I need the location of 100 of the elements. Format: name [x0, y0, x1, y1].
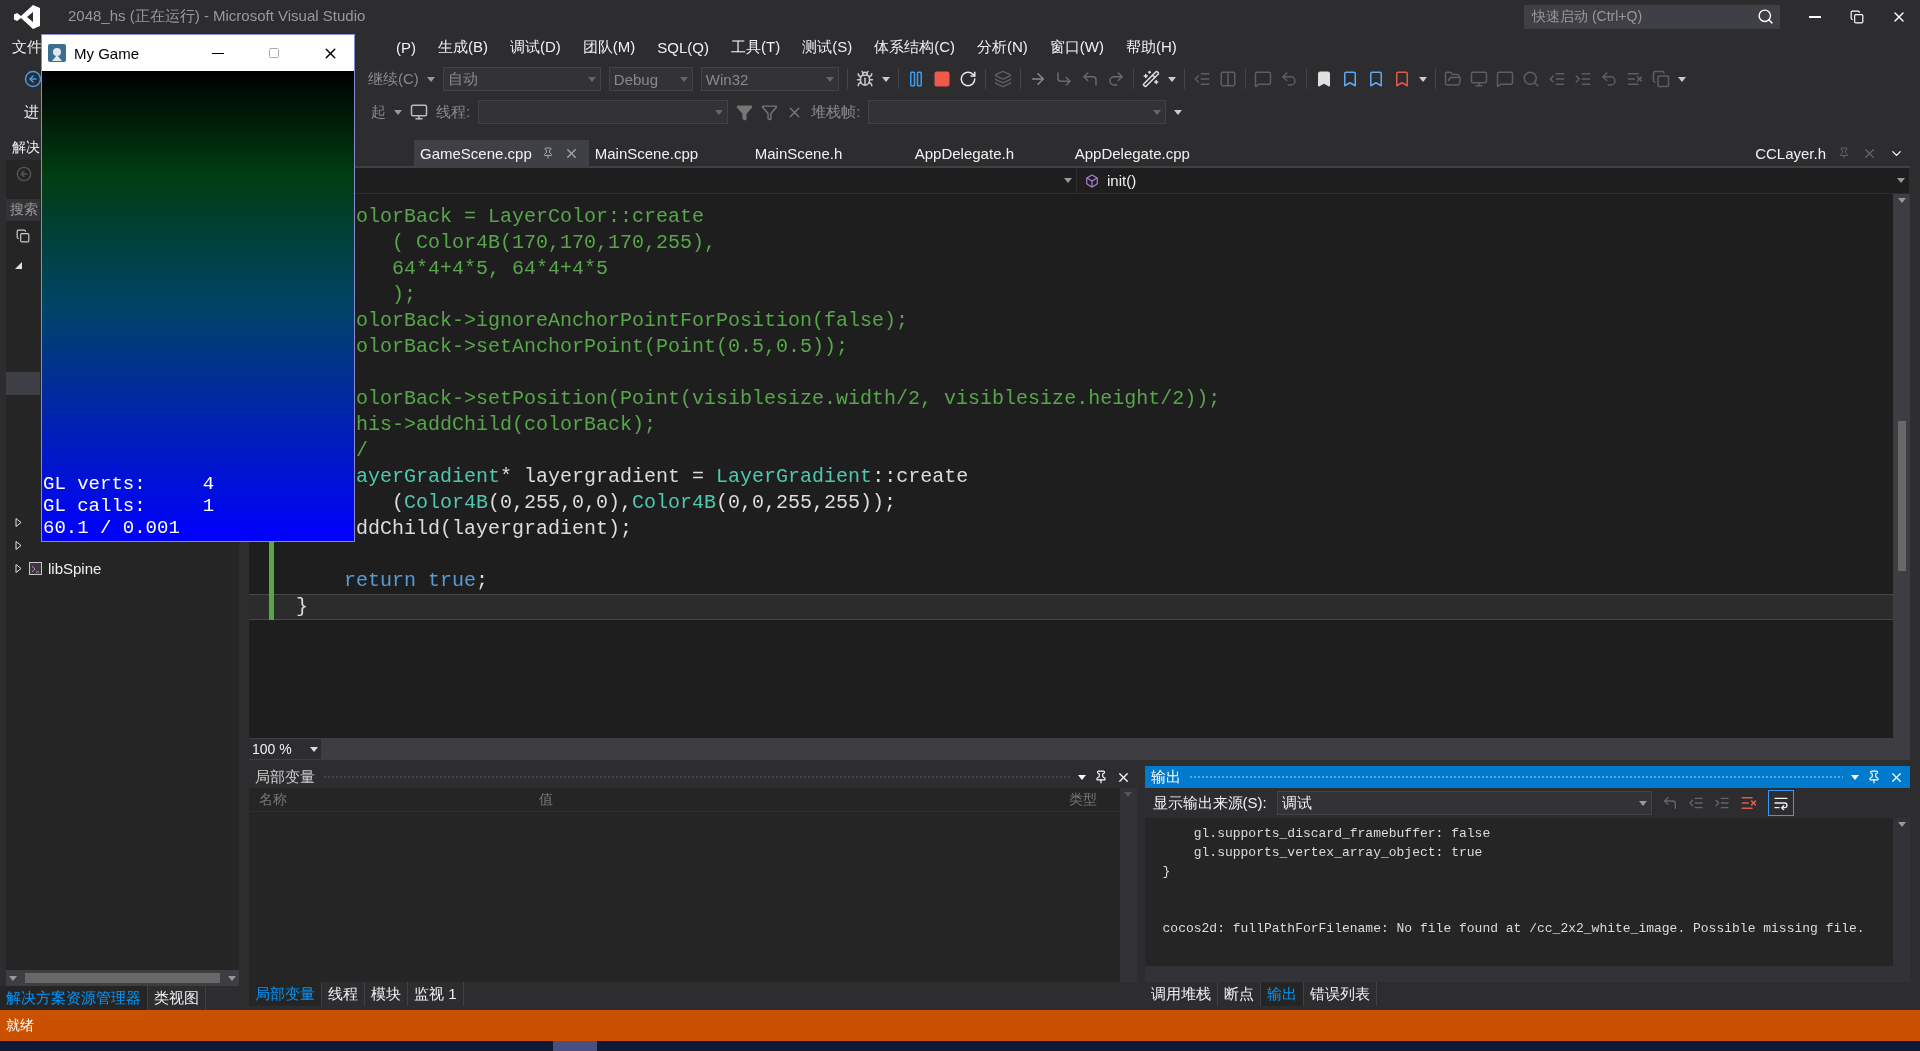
code-line: olorBack->setAnchorPoint(Point(0.5,0.5)); [355, 334, 849, 360]
horizontal-scrollbar[interactable] [1144, 966, 1910, 982]
column-header[interactable]: 值 [529, 790, 1059, 809]
output-line: cocos2d: fullPathForFilename: No file found at /cc_2x2_white_image. Possible missing file. [1162, 920, 1866, 938]
overflow-icon[interactable] [1418, 76, 1427, 82]
copy-icon[interactable] [1651, 70, 1670, 88]
wand-icon[interactable] [1141, 70, 1160, 88]
filter-icon[interactable] [761, 103, 779, 121]
toolbar-dropdown[interactable]: Win32 [700, 67, 839, 91]
menu-item[interactable]: 工具(T) [720, 38, 792, 57]
next-icon[interactable] [1713, 795, 1730, 811]
undo-icon[interactable] [1599, 70, 1618, 88]
panel-tab[interactable]: 监视 1 [408, 982, 464, 1006]
bug-icon[interactable] [855, 70, 874, 88]
back-icon[interactable] [24, 70, 42, 88]
source-label: 显示输出来源(S): [1152, 793, 1267, 813]
layers-icon[interactable] [993, 70, 1012, 88]
output-line: gl.supports_vertex_array_object: true [1192, 844, 1484, 862]
column-header[interactable]: 名称 [249, 790, 529, 809]
toolbar-dropdown[interactable]: Debug [608, 67, 693, 91]
dropdown-arrow-icon [1064, 178, 1072, 183]
indent-icon[interactable] [1192, 70, 1211, 88]
column-header[interactable]: 类型 [1059, 790, 1119, 809]
scrollbar-thumb[interactable] [1897, 421, 1906, 571]
overflow-icon[interactable] [1174, 109, 1183, 115]
expand-arrow-icon[interactable] [14, 564, 23, 573]
horizontal-scrollbar[interactable] [6, 970, 239, 986]
menu-item[interactable]: 分析(N) [966, 38, 1039, 57]
app-icon [48, 44, 66, 62]
dropdown-arrow-icon[interactable] [1077, 774, 1086, 780]
comment-icon[interactable] [1495, 70, 1514, 88]
menu-item[interactable]: 生成(B) [427, 38, 499, 57]
comment-icon[interactable] [1253, 70, 1272, 88]
menu-item[interactable]: 帮助(H) [1115, 38, 1188, 57]
code-line: ddChild(layergradient); [355, 516, 633, 542]
expand-arrow-icon[interactable] [14, 518, 23, 527]
filter-icon[interactable] [736, 103, 754, 121]
expand-arrow-icon[interactable] [14, 261, 23, 270]
step-icon[interactable] [1054, 70, 1073, 88]
stats-text: GL verts: 4 [42, 473, 216, 495]
overflow-icon[interactable] [1167, 76, 1176, 82]
panel-tab[interactable]: 错误列表 [1303, 982, 1377, 1006]
menu-item[interactable]: 测试(S) [791, 38, 864, 57]
overflow-icon[interactable] [1677, 76, 1686, 82]
quick-launch-field[interactable]: 快速启动 (Ctrl+Q) [1524, 4, 1780, 29]
menu-item[interactable]: 团队(M) [571, 38, 647, 57]
document-tab[interactable]: AppDelegate.h [908, 140, 1069, 166]
menu-item[interactable]: (P) [385, 39, 427, 56]
search-field[interactable]: 搜索 [6, 199, 40, 221]
menu-item[interactable]: 调试(D) [499, 38, 572, 57]
code-line: ( Color4B(170,170,170,255), [391, 230, 717, 256]
panel-tab[interactable]: 模块 [365, 982, 408, 1006]
uncomment-icon[interactable] [1279, 70, 1298, 88]
menu-item[interactable]: 窗口(W) [1038, 38, 1115, 57]
dropdown-arrow-icon [825, 76, 834, 82]
redo-icon[interactable] [1106, 70, 1125, 88]
document-tab[interactable]: MainScene.h [748, 140, 909, 166]
preview-tab[interactable]: CCLayer.h [1749, 140, 1910, 166]
menu-item[interactable]: 文件 [2, 38, 43, 57]
tree-row[interactable]: libSpine [6, 557, 239, 580]
clear-all-icon[interactable] [1739, 794, 1758, 812]
back-icon[interactable] [16, 166, 32, 182]
panel-tab[interactable]: 线程 [322, 982, 365, 1006]
menu-item[interactable]: 体系结构(C) [863, 38, 966, 57]
overflow-icon[interactable] [881, 76, 890, 82]
stop-icon[interactable] [932, 70, 951, 88]
menu-item[interactable]: SQL(Q) [646, 39, 720, 56]
panel-tab[interactable]: 局部变量 [249, 982, 322, 1006]
thread-icon[interactable] [410, 103, 428, 121]
goto-icon[interactable] [1661, 795, 1678, 811]
previous-icon[interactable] [1687, 795, 1704, 811]
restart-icon[interactable] [958, 70, 977, 88]
vertical-scrollbar[interactable] [1893, 194, 1910, 738]
panel-title: 解决 [11, 138, 40, 157]
suspend-button[interactable]: 起 [371, 102, 386, 122]
expand-arrow-icon[interactable] [14, 541, 23, 550]
document-tab[interactable]: AppDelegate.cpp [1068, 140, 1229, 166]
indent-icon[interactable] [1547, 70, 1566, 88]
window-icon[interactable] [16, 229, 30, 243]
continue-button[interactable]: 继续(C) [368, 69, 419, 89]
panel-tab[interactable]: 输出 [1260, 982, 1304, 1006]
document-tab[interactable]: MainScene.cpp [588, 140, 749, 166]
columns-icon[interactable] [1218, 70, 1237, 88]
indent-icon[interactable] [1573, 70, 1592, 88]
pin-icon[interactable] [1093, 770, 1108, 784]
list-icon[interactable] [1625, 70, 1644, 88]
dropdown-arrow-icon [1153, 109, 1162, 115]
step-back-icon[interactable] [1080, 70, 1099, 88]
zoom-dropdown[interactable]: 100 % [249, 739, 321, 759]
search-icon[interactable] [1521, 70, 1540, 88]
panel-tab[interactable]: 解决方案资源管理器 [0, 986, 148, 1010]
stats-text: 60.1 / 0.001 [42, 517, 181, 539]
panel-tab[interactable]: 断点 [1217, 982, 1261, 1006]
word-wrap-toggle[interactable] [1767, 790, 1794, 816]
folder-icon[interactable] [1443, 70, 1462, 88]
panel-tab[interactable]: 调用堆栈 [1144, 982, 1218, 1006]
monitor-icon[interactable] [1469, 70, 1488, 88]
toolbar-dropdown[interactable]: 自动 [442, 67, 601, 91]
source-dropdown[interactable]: 调试 [1276, 791, 1652, 815]
output-line: gl.supports_discard_framebuffer: false [1192, 825, 1492, 843]
